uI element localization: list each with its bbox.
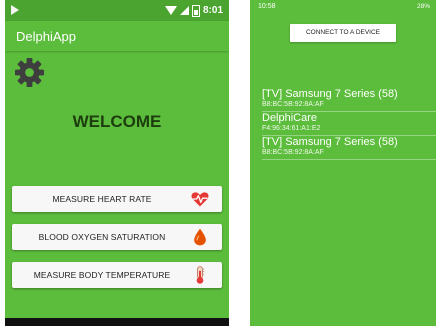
main-screen: 8:01 DelphiApp WELCOME MEASURE HEART RAT… — [5, 0, 229, 326]
play-store-notification-icon — [11, 5, 19, 15]
thermometer-icon — [196, 266, 205, 284]
connect-to-device-button[interactable]: CONNECT TO A DEVICE — [290, 24, 396, 42]
button-label: MEASURE HEART RATE — [52, 194, 152, 204]
blood-drop-icon — [194, 228, 206, 246]
device-name: [TV] Samsung 7 Series (58) — [262, 136, 398, 148]
wifi-icon — [164, 6, 177, 15]
status-bar: 10:58 28% — [250, 0, 436, 14]
status-bar: 8:01 — [5, 0, 229, 21]
status-time: 10:58 — [258, 3, 276, 10]
app-title: DelphiApp — [16, 29, 76, 44]
device-list-screen: 10:58 28% CONNECT TO A DEVICE [TV] Samsu… — [250, 0, 436, 326]
device-name: DelphiCare — [262, 112, 318, 124]
heart-rate-icon — [191, 192, 209, 207]
status-time: 8:01 — [202, 5, 223, 16]
cell-signal-icon — [179, 6, 189, 15]
device-list-item[interactable]: [TV] Samsung 7 Series (58) B8:BC:5B:92:8… — [250, 88, 436, 112]
device-list-item[interactable]: DelphiCare F4:96:34:61:A1:E2 — [250, 112, 436, 136]
button-label: BLOOD OXYGEN SATURATION — [38, 232, 166, 242]
battery-icon — [191, 4, 200, 17]
measure-heart-rate-button[interactable]: MEASURE HEART RATE — [12, 186, 222, 212]
device-address: B8:BC:5B:92:8A:AF — [262, 101, 324, 108]
app-bar: DelphiApp — [5, 21, 229, 51]
welcome-heading: WELCOME — [72, 112, 162, 131]
blood-oxygen-saturation-button[interactable]: BLOOD OXYGEN SATURATION — [12, 224, 222, 250]
device-address: B8:BC:5B:92:8A:AF — [262, 149, 324, 156]
button-label: MEASURE BODY TEMPERATURE — [33, 270, 171, 280]
device-address: F4:96:34:61:A1:E2 — [262, 125, 321, 132]
navigation-bar — [5, 318, 229, 326]
device-name: [TV] Samsung 7 Series (58) — [262, 88, 398, 100]
list-divider — [262, 159, 436, 160]
gear-icon[interactable] — [14, 57, 45, 88]
measure-body-temperature-button[interactable]: MEASURE BODY TEMPERATURE — [12, 262, 222, 288]
battery-percentage: 28% — [416, 3, 430, 10]
device-list-item[interactable]: [TV] Samsung 7 Series (58) B8:BC:5B:92:8… — [250, 136, 436, 160]
